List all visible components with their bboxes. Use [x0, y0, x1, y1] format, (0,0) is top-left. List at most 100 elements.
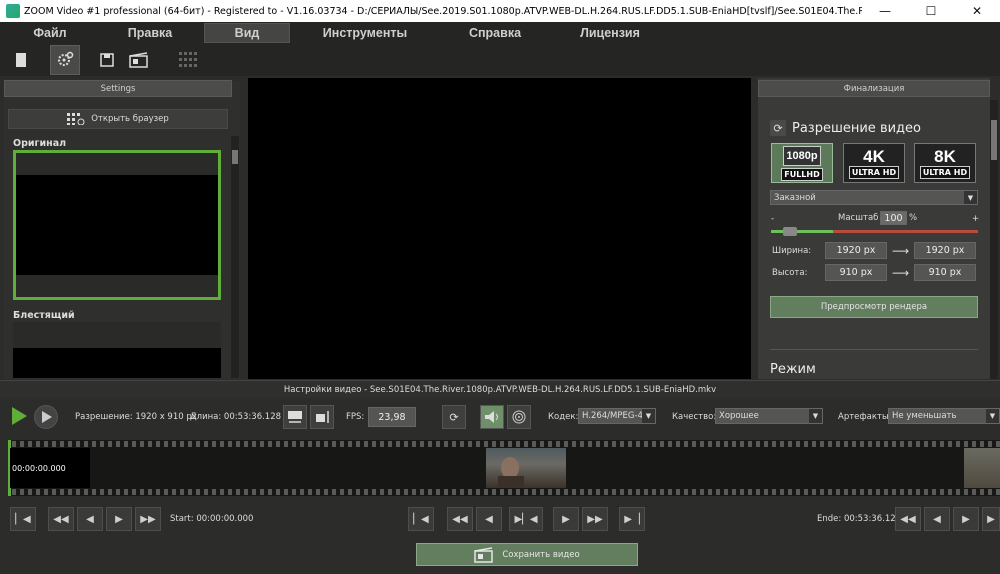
toolbar — [0, 44, 1000, 76]
save-video-label: Сохранить видео — [502, 549, 580, 560]
scale-value-field[interactable]: 100 — [880, 211, 907, 225]
video-resolution-title: Разрешение видео — [792, 121, 921, 136]
preset-original-thumbnail[interactable] — [13, 150, 221, 300]
export-video-icon[interactable] — [124, 45, 154, 75]
app-icon — [6, 4, 20, 18]
fit-screen-icon[interactable] — [283, 405, 307, 429]
artifacts-select[interactable]: Не уменьшать ▼ — [888, 408, 1000, 424]
preset-shiny-thumbnail[interactable] — [13, 322, 221, 378]
resolution-preset-select[interactable]: Заказной ▼ — [770, 190, 978, 205]
timeline-frame — [964, 448, 1000, 488]
fast-backward-icon[interactable]: ◀◀ — [895, 507, 921, 531]
menu-license[interactable]: Лицензия — [550, 23, 670, 43]
render-preview-button[interactable]: Предпросмотр рендера — [770, 296, 978, 318]
grid-icon[interactable] — [175, 45, 205, 75]
scale-minus-label: - — [771, 214, 775, 224]
menu-edit[interactable]: Правка — [100, 23, 200, 43]
minimize-button[interactable]: — — [862, 0, 908, 22]
reset-icon[interactable]: ⟳ — [770, 120, 786, 136]
window-title: ZOOM Video #1 professional (64-бит) - Re… — [24, 5, 862, 17]
artifacts-value: Не уменьшать — [892, 411, 957, 421]
width-label: Ширина: — [772, 246, 812, 256]
codec-select[interactable]: H.264/MPEG-4 ▼ — [578, 408, 656, 424]
res-4k-big: 4K — [863, 146, 885, 166]
height-label: Высота: — [772, 268, 808, 278]
go-to-start-icon[interactable]: ▏◀ — [408, 507, 434, 531]
resolution-info: Разрешение: 1920 x 910 px — [75, 412, 197, 422]
go-to-end-icon[interactable]: ▶▕ — [619, 507, 645, 531]
video-preview — [248, 78, 751, 379]
step-backward-icon[interactable]: ◀ — [476, 507, 502, 531]
menu-help[interactable]: Справка — [440, 23, 550, 43]
menu-bar: Файл Правка Вид Инструменты Справка Лице… — [0, 22, 1000, 44]
resolution-4k-button[interactable]: 4K ULTRA HD — [843, 143, 905, 183]
height-output: 910 px — [914, 264, 976, 281]
fast-forward-icon[interactable]: ▶▶ — [582, 507, 608, 531]
mode-title: Режим — [770, 362, 816, 377]
width-input[interactable]: 1920 px — [825, 242, 887, 259]
fps-input[interactable]: 23,98 — [368, 407, 416, 427]
play-circle-icon[interactable] — [34, 405, 58, 429]
refresh-icon[interactable]: ⟳ — [442, 405, 466, 429]
new-document-icon[interactable] — [6, 45, 36, 75]
chevron-down-icon: ▼ — [642, 409, 655, 423]
step-backward-icon[interactable]: ◀ — [77, 507, 103, 531]
fast-forward-icon[interactable]: ▶ — [982, 507, 1000, 531]
fast-backward-icon[interactable]: ◀◀ — [447, 507, 473, 531]
end-time: Ende: 00:53:36.128 — [817, 514, 902, 524]
crop-icon[interactable] — [310, 405, 334, 429]
fast-backward-icon[interactable]: ◀◀ — [48, 507, 74, 531]
width-arrow-icon: ⟶ — [892, 244, 910, 258]
settings-gear-icon[interactable] — [50, 45, 80, 75]
step-forward-icon[interactable]: ▶ — [106, 507, 132, 531]
scale-slider-track[interactable] — [771, 230, 978, 233]
res-4k-small: ULTRA HD — [848, 165, 900, 179]
menu-view[interactable]: Вид — [204, 23, 290, 43]
controls-row: Разрешение: 1920 x 910 px Длина: 00:53:3… — [0, 399, 1000, 435]
finalization-scrollbar[interactable] — [990, 100, 998, 379]
save-video-button[interactable]: Сохранить видео — [416, 543, 638, 566]
fast-forward-icon[interactable]: ▶▶ — [135, 507, 161, 531]
height-input[interactable]: 910 px — [825, 264, 887, 281]
fps-label: FPS: — [346, 412, 365, 422]
save-icon[interactable] — [92, 45, 122, 75]
play-icon[interactable]: ▶ — [553, 507, 579, 531]
res-8k-big: 8K — [934, 146, 956, 166]
quality-select[interactable]: Хорошее ▼ — [715, 408, 823, 424]
maximize-button[interactable]: ☐ — [908, 0, 954, 22]
height-arrow-icon: ⟶ — [892, 266, 910, 280]
quality-label: Качество: — [672, 412, 717, 422]
resolution-1080p-button[interactable]: 1080p FULLHD — [771, 143, 833, 183]
scale-plus-label: + — [972, 214, 980, 224]
settings-scrollbar[interactable] — [231, 136, 239, 378]
preset-original-label: Оригинал — [13, 138, 67, 149]
video-settings-status: Настройки видео - See.S01E04.The.River.1… — [0, 380, 1000, 398]
volume-icon[interactable] — [480, 405, 504, 429]
play-icon[interactable] — [8, 405, 30, 427]
split-marker-icon[interactable]: ▶▏◀ — [509, 507, 543, 531]
go-to-start-icon[interactable]: ▏◀ — [10, 507, 36, 531]
title-bar: ZOOM Video #1 professional (64-бит) - Re… — [0, 0, 1000, 22]
close-button[interactable]: ✕ — [954, 0, 1000, 22]
artifacts-label: Артефакты: — [838, 412, 892, 422]
chevron-down-icon: ▼ — [986, 409, 999, 423]
res-1080p-big: 1080p — [783, 145, 821, 166]
scale-label: Масштаб — [838, 213, 879, 223]
step-backward-icon[interactable]: ◀ — [924, 507, 950, 531]
step-forward-icon[interactable]: ▶ — [953, 507, 979, 531]
start-time: Start: 00:00:00.000 — [170, 514, 254, 524]
menu-file[interactable]: Файл — [0, 23, 100, 43]
resolution-8k-button[interactable]: 8K ULTRA HD — [914, 143, 976, 183]
width-output: 1920 px — [914, 242, 976, 259]
fingerprint-icon[interactable] — [507, 405, 531, 429]
codec-label: Кодек: — [548, 412, 579, 422]
open-browser-label: Открыть браузер — [91, 114, 169, 124]
scale-slider-thumb[interactable] — [783, 227, 798, 236]
settings-panel-header: Settings — [4, 80, 232, 97]
menu-tools[interactable]: Инструменты — [290, 23, 440, 43]
resolution-preset-value: Заказной — [774, 192, 816, 203]
chevron-down-icon: ▼ — [809, 409, 822, 423]
open-browser-button[interactable]: Открыть браузер — [8, 109, 228, 129]
finalization-panel-header: Финализация — [758, 80, 990, 97]
quality-value: Хорошее — [719, 411, 759, 421]
